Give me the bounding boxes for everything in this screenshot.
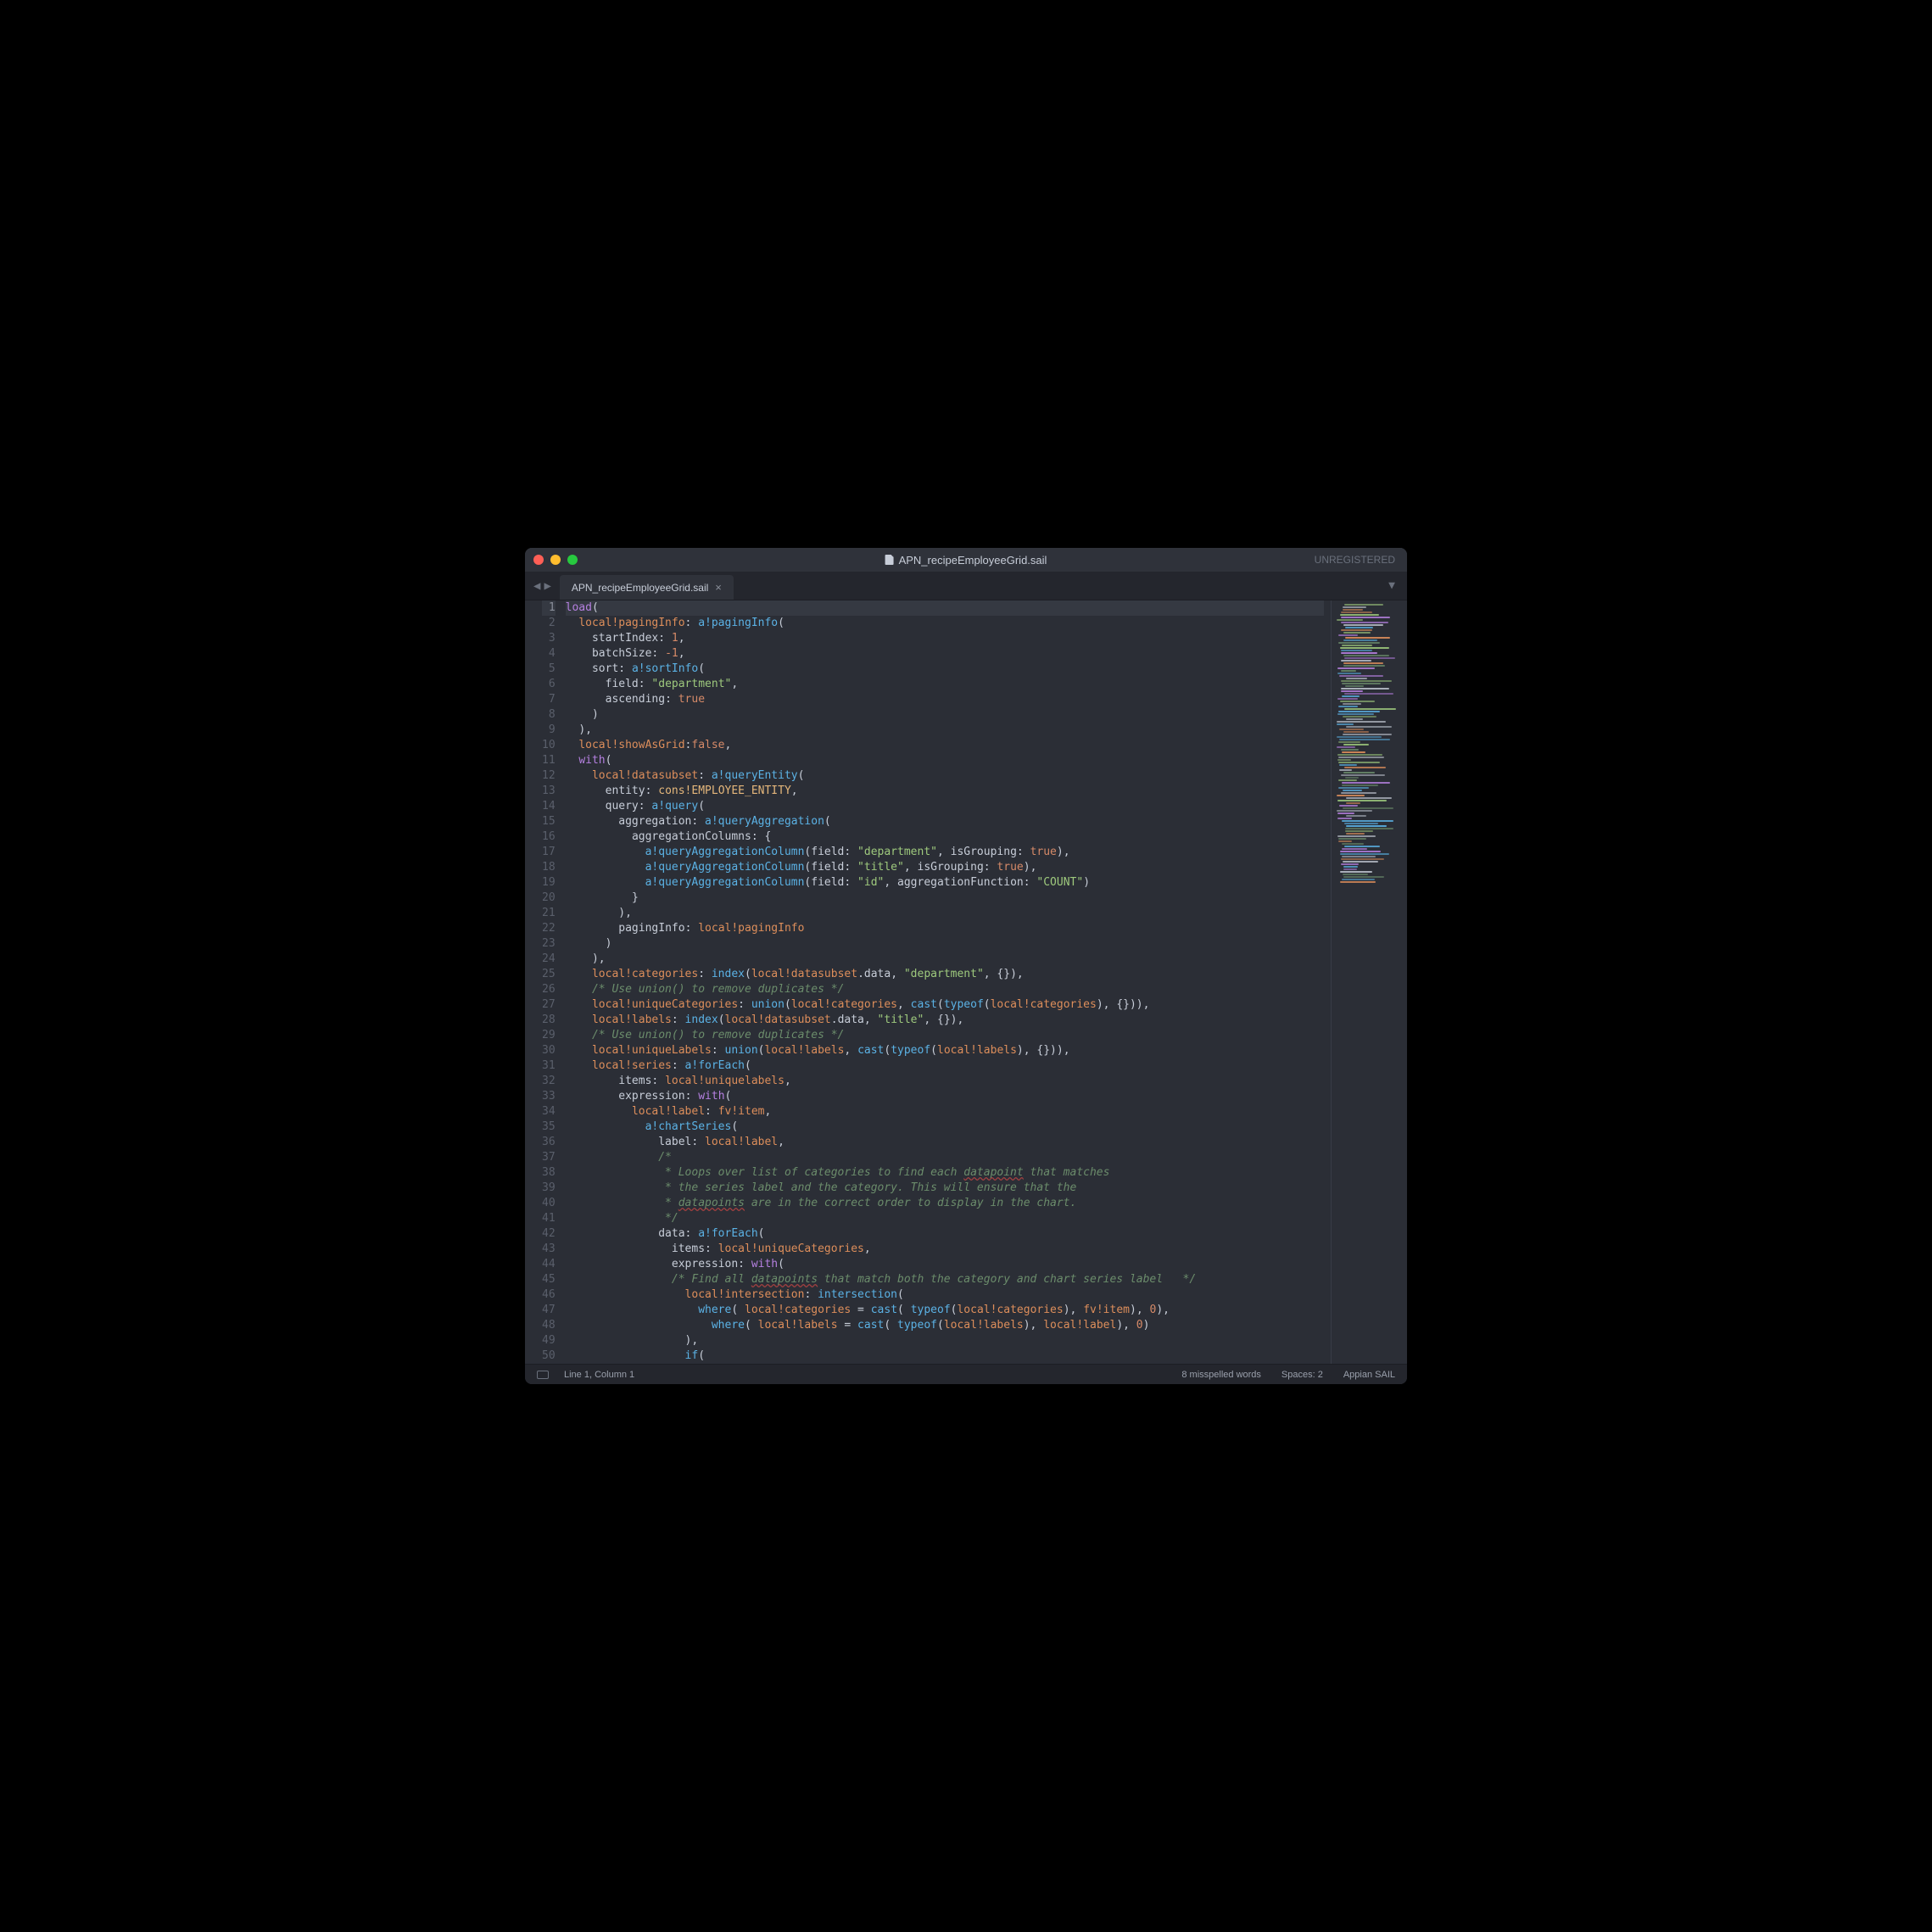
code-area[interactable]: load( local!pagingInfo: a!pagingInfo( st… <box>566 600 1331 1364</box>
editor-window: APN_recipeEmployeeGrid.sail UNREGISTERED… <box>525 548 1407 1384</box>
minimap[interactable] <box>1331 600 1407 1364</box>
nav-arrows: ◀ ▶ <box>525 572 560 600</box>
nav-back-icon[interactable]: ◀ <box>533 579 540 593</box>
close-icon[interactable] <box>533 555 544 565</box>
spell-status[interactable]: 8 misspelled words <box>1181 1370 1261 1380</box>
tab-active[interactable]: APN_recipeEmployeeGrid.sail × <box>560 575 734 600</box>
unregistered-label: UNREGISTERED <box>1315 554 1395 566</box>
titlebar: APN_recipeEmployeeGrid.sail UNREGISTERED <box>525 548 1407 572</box>
tabbar: ◀ ▶ APN_recipeEmployeeGrid.sail × ▼ <box>525 572 1407 600</box>
chevron-down-icon: ▼ <box>1388 579 1395 592</box>
editor: 1234567891011121314151617181920212223242… <box>525 600 1407 1364</box>
tab-menu-icon[interactable]: ▼ <box>1376 572 1407 600</box>
file-icon <box>885 555 894 565</box>
indent-status[interactable]: Spaces: 2 <box>1281 1370 1323 1380</box>
tab-close-icon[interactable]: × <box>715 581 722 594</box>
syntax-status[interactable]: Appian SAIL <box>1343 1370 1395 1380</box>
cursor-position[interactable]: Line 1, Column 1 <box>564 1370 634 1380</box>
statusbar: Line 1, Column 1 8 misspelled words Spac… <box>525 1364 1407 1384</box>
traffic-lights <box>533 555 578 565</box>
title-text: APN_recipeEmployeeGrid.sail <box>899 554 1047 567</box>
zoom-icon[interactable] <box>567 555 578 565</box>
minimize-icon[interactable] <box>550 555 561 565</box>
line-gutter[interactable]: 1234567891011121314151617181920212223242… <box>525 600 566 1364</box>
panel-icon[interactable] <box>537 1371 549 1379</box>
window-title: APN_recipeEmployeeGrid.sail <box>885 554 1047 567</box>
nav-forward-icon[interactable]: ▶ <box>544 579 550 593</box>
tab-label: APN_recipeEmployeeGrid.sail <box>572 582 708 594</box>
